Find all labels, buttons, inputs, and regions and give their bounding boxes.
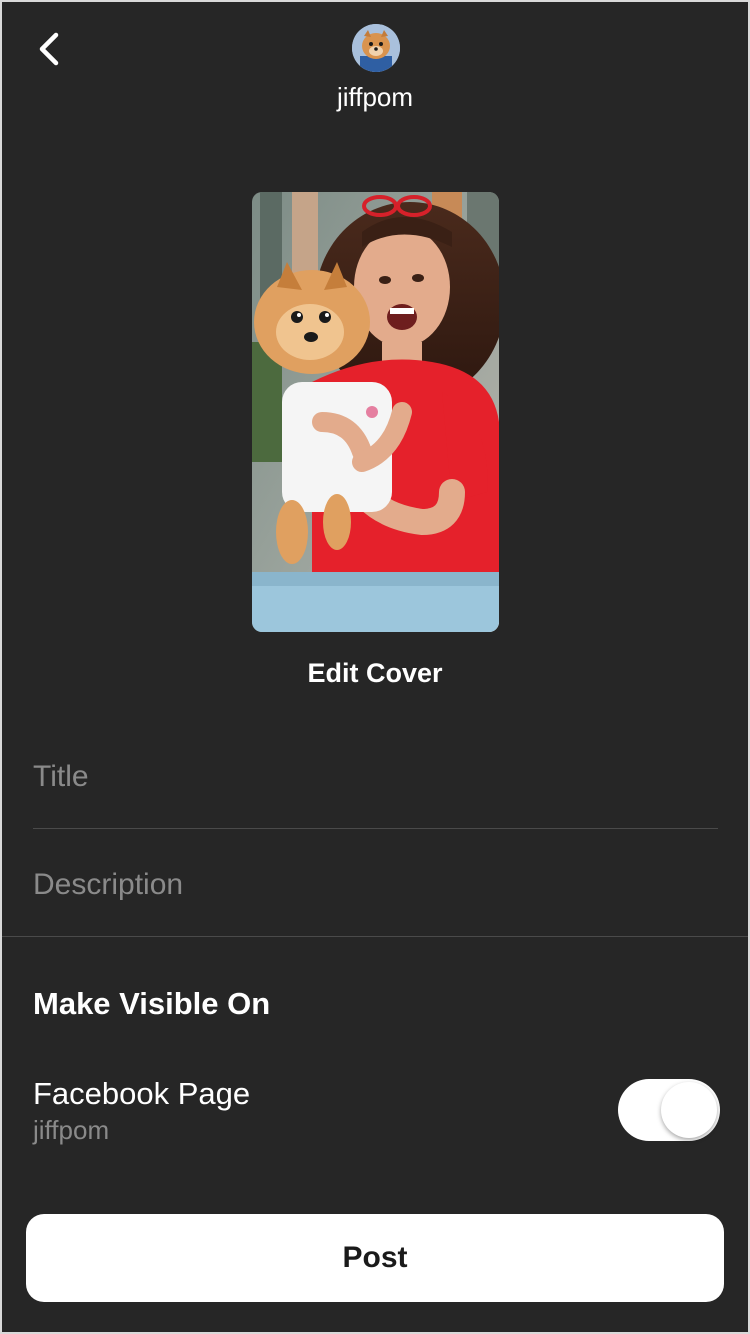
toggle-knob [661,1082,717,1138]
description-input[interactable] [33,850,718,920]
facebook-page-name: jiffpom [33,1115,110,1145]
facebook-page-toggle[interactable] [618,1079,720,1141]
back-button[interactable] [26,26,72,72]
divider [33,828,718,829]
chevron-left-icon [39,32,59,66]
visibility-heading: Make Visible On [33,986,271,1021]
title-input[interactable] [33,742,718,812]
username: jiffpom [336,82,414,112]
cover-image[interactable] [252,192,499,632]
edit-cover-button[interactable]: Edit Cover [2,658,748,689]
avatar [352,24,400,72]
facebook-page-label: Facebook Page [33,1076,251,1111]
post-button[interactable]: Post [26,1214,724,1302]
divider [2,936,748,937]
pomeranian-avatar-icon [352,24,400,72]
cover-photo [252,192,499,632]
upload-screen: jiffpom Edit Cover Title Description Mak… [2,2,748,1332]
